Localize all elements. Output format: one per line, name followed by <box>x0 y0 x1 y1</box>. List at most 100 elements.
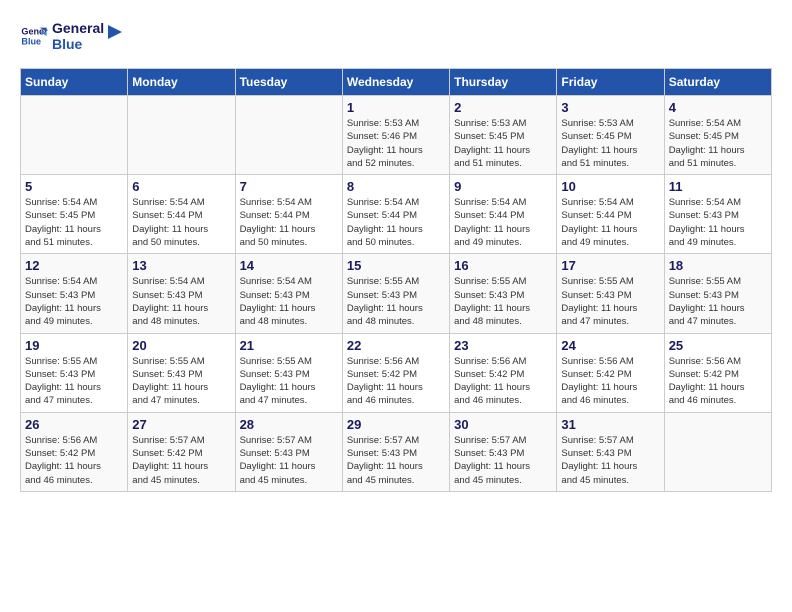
day-info: Sunrise: 5:54 AM Sunset: 5:43 PM Dayligh… <box>132 275 230 328</box>
day-info: Sunrise: 5:54 AM Sunset: 5:44 PM Dayligh… <box>240 196 338 249</box>
day-info: Sunrise: 5:55 AM Sunset: 5:43 PM Dayligh… <box>132 355 230 408</box>
day-info: Sunrise: 5:55 AM Sunset: 5:43 PM Dayligh… <box>347 275 445 328</box>
day-info: Sunrise: 5:54 AM Sunset: 5:44 PM Dayligh… <box>561 196 659 249</box>
calendar-week-1: 1 Sunrise: 5:53 AM Sunset: 5:46 PM Daylig… <box>21 96 772 175</box>
day-number: 10 <box>561 179 659 194</box>
day-number: 18 <box>669 258 767 273</box>
day-info: Sunrise: 5:55 AM Sunset: 5:43 PM Dayligh… <box>454 275 552 328</box>
calendar-cell: 20 Sunrise: 5:55 AM Sunset: 5:43 PM Dayli… <box>128 333 235 412</box>
calendar-cell: 13 Sunrise: 5:54 AM Sunset: 5:43 PM Dayli… <box>128 254 235 333</box>
weekday-header-friday: Friday <box>557 69 664 96</box>
day-number: 26 <box>25 417 123 432</box>
calendar-cell <box>128 96 235 175</box>
day-number: 17 <box>561 258 659 273</box>
day-info: Sunrise: 5:53 AM Sunset: 5:46 PM Dayligh… <box>347 117 445 170</box>
svg-text:Blue: Blue <box>21 36 41 46</box>
day-number: 9 <box>454 179 552 194</box>
calendar-week-5: 26 Sunrise: 5:56 AM Sunset: 5:42 PM Dayli… <box>21 412 772 491</box>
calendar-cell <box>664 412 771 491</box>
calendar-cell <box>21 96 128 175</box>
calendar-cell: 16 Sunrise: 5:55 AM Sunset: 5:43 PM Dayli… <box>450 254 557 333</box>
day-number: 29 <box>347 417 445 432</box>
day-info: Sunrise: 5:54 AM Sunset: 5:45 PM Dayligh… <box>669 117 767 170</box>
logo-icon: General Blue <box>20 22 48 50</box>
weekday-header-thursday: Thursday <box>450 69 557 96</box>
day-info: Sunrise: 5:53 AM Sunset: 5:45 PM Dayligh… <box>561 117 659 170</box>
day-info: Sunrise: 5:57 AM Sunset: 5:42 PM Dayligh… <box>132 434 230 487</box>
weekday-header-monday: Monday <box>128 69 235 96</box>
day-number: 1 <box>347 100 445 115</box>
day-number: 8 <box>347 179 445 194</box>
day-number: 19 <box>25 338 123 353</box>
day-info: Sunrise: 5:54 AM Sunset: 5:44 PM Dayligh… <box>454 196 552 249</box>
calendar-cell: 23 Sunrise: 5:56 AM Sunset: 5:42 PM Dayli… <box>450 333 557 412</box>
calendar-cell: 11Sunrise: 5:54 AM Sunset: 5:43 PM Dayli… <box>664 175 771 254</box>
calendar-cell: 30 Sunrise: 5:57 AM Sunset: 5:43 PM Dayli… <box>450 412 557 491</box>
day-info: Sunrise: 5:54 AM Sunset: 5:43 PM Dayligh… <box>669 196 767 249</box>
day-number: 25 <box>669 338 767 353</box>
day-number: 4 <box>669 100 767 115</box>
day-number: 23 <box>454 338 552 353</box>
calendar-cell: 12Sunrise: 5:54 AM Sunset: 5:43 PM Dayli… <box>21 254 128 333</box>
calendar-week-2: 5Sunrise: 5:54 AM Sunset: 5:45 PM Daylig… <box>21 175 772 254</box>
calendar-week-3: 12Sunrise: 5:54 AM Sunset: 5:43 PM Dayli… <box>21 254 772 333</box>
weekday-header-wednesday: Wednesday <box>342 69 449 96</box>
day-number: 6 <box>132 179 230 194</box>
calendar-cell: 6 Sunrise: 5:54 AM Sunset: 5:44 PM Daylig… <box>128 175 235 254</box>
calendar-cell: 3 Sunrise: 5:53 AM Sunset: 5:45 PM Daylig… <box>557 96 664 175</box>
day-info: Sunrise: 5:56 AM Sunset: 5:42 PM Dayligh… <box>561 355 659 408</box>
day-info: Sunrise: 5:55 AM Sunset: 5:43 PM Dayligh… <box>561 275 659 328</box>
day-info: Sunrise: 5:57 AM Sunset: 5:43 PM Dayligh… <box>347 434 445 487</box>
day-number: 28 <box>240 417 338 432</box>
calendar-cell: 15 Sunrise: 5:55 AM Sunset: 5:43 PM Dayli… <box>342 254 449 333</box>
day-info: Sunrise: 5:54 AM Sunset: 5:43 PM Dayligh… <box>240 275 338 328</box>
day-number: 31 <box>561 417 659 432</box>
day-number: 20 <box>132 338 230 353</box>
calendar-cell: 22 Sunrise: 5:56 AM Sunset: 5:42 PM Dayli… <box>342 333 449 412</box>
weekday-header-tuesday: Tuesday <box>235 69 342 96</box>
calendar-cell: 14 Sunrise: 5:54 AM Sunset: 5:43 PM Dayli… <box>235 254 342 333</box>
calendar-cell: 31Sunrise: 5:57 AM Sunset: 5:43 PM Dayli… <box>557 412 664 491</box>
day-info: Sunrise: 5:54 AM Sunset: 5:44 PM Dayligh… <box>347 196 445 249</box>
day-number: 13 <box>132 258 230 273</box>
day-info: Sunrise: 5:56 AM Sunset: 5:42 PM Dayligh… <box>25 434 123 487</box>
logo-arrow-icon <box>104 21 126 43</box>
day-info: Sunrise: 5:54 AM Sunset: 5:44 PM Dayligh… <box>132 196 230 249</box>
calendar-cell: 17 Sunrise: 5:55 AM Sunset: 5:43 PM Dayli… <box>557 254 664 333</box>
calendar-table: SundayMondayTuesdayWednesdayThursdayFrid… <box>20 68 772 492</box>
day-number: 21 <box>240 338 338 353</box>
day-number: 2 <box>454 100 552 115</box>
calendar-cell: 8 Sunrise: 5:54 AM Sunset: 5:44 PM Daylig… <box>342 175 449 254</box>
day-info: Sunrise: 5:57 AM Sunset: 5:43 PM Dayligh… <box>240 434 338 487</box>
day-number: 24 <box>561 338 659 353</box>
day-number: 22 <box>347 338 445 353</box>
day-info: Sunrise: 5:55 AM Sunset: 5:43 PM Dayligh… <box>669 275 767 328</box>
calendar-cell: 1 Sunrise: 5:53 AM Sunset: 5:46 PM Daylig… <box>342 96 449 175</box>
day-info: Sunrise: 5:55 AM Sunset: 5:43 PM Dayligh… <box>240 355 338 408</box>
calendar-cell: 26 Sunrise: 5:56 AM Sunset: 5:42 PM Dayli… <box>21 412 128 491</box>
day-number: 15 <box>347 258 445 273</box>
day-number: 7 <box>240 179 338 194</box>
day-number: 3 <box>561 100 659 115</box>
page-header: General Blue General Blue <box>20 20 772 52</box>
calendar-cell: 19Sunrise: 5:55 AM Sunset: 5:43 PM Dayli… <box>21 333 128 412</box>
calendar-cell: 18 Sunrise: 5:55 AM Sunset: 5:43 PM Dayli… <box>664 254 771 333</box>
day-number: 14 <box>240 258 338 273</box>
calendar-week-4: 19 Sunrise: 5:55 AM Sunset: 5:43 PM Dayli… <box>21 333 772 412</box>
day-info: Sunrise: 5:56 AM Sunset: 5:42 PM Dayligh… <box>347 355 445 408</box>
calendar-cell: 10 Sunrise: 5:54 AM Sunset: 5:44 PM Dayli… <box>557 175 664 254</box>
logo-text-general: General <box>52 20 104 36</box>
day-info: Sunrise: 5:54 AM Sunset: 5:43 PM Dayligh… <box>25 275 123 328</box>
calendar-cell: 29 Sunrise: 5:57 AM Sunset: 5:43 PM Dayli… <box>342 412 449 491</box>
calendar-cell: 25 Sunrise: 5:56 AM Sunset: 5:42 PM Dayli… <box>664 333 771 412</box>
day-info: Sunrise: 5:56 AM Sunset: 5:42 PM Dayligh… <box>454 355 552 408</box>
calendar-cell: 21 Sunrise: 5:55 AM Sunset: 5:43 PM Dayli… <box>235 333 342 412</box>
day-info: Sunrise: 5:57 AM Sunset: 5:43 PM Dayligh… <box>454 434 552 487</box>
weekday-header-saturday: Saturday <box>664 69 771 96</box>
logo: General Blue General Blue <box>20 20 126 52</box>
day-number: 30 <box>454 417 552 432</box>
calendar-cell: 7 Sunrise: 5:54 AM Sunset: 5:44 PM Daylig… <box>235 175 342 254</box>
calendar-cell: 28 Sunrise: 5:57 AM Sunset: 5:43 PM Dayli… <box>235 412 342 491</box>
day-number: 16 <box>454 258 552 273</box>
day-info: Sunrise: 5:56 AM Sunset: 5:42 PM Dayligh… <box>669 355 767 408</box>
